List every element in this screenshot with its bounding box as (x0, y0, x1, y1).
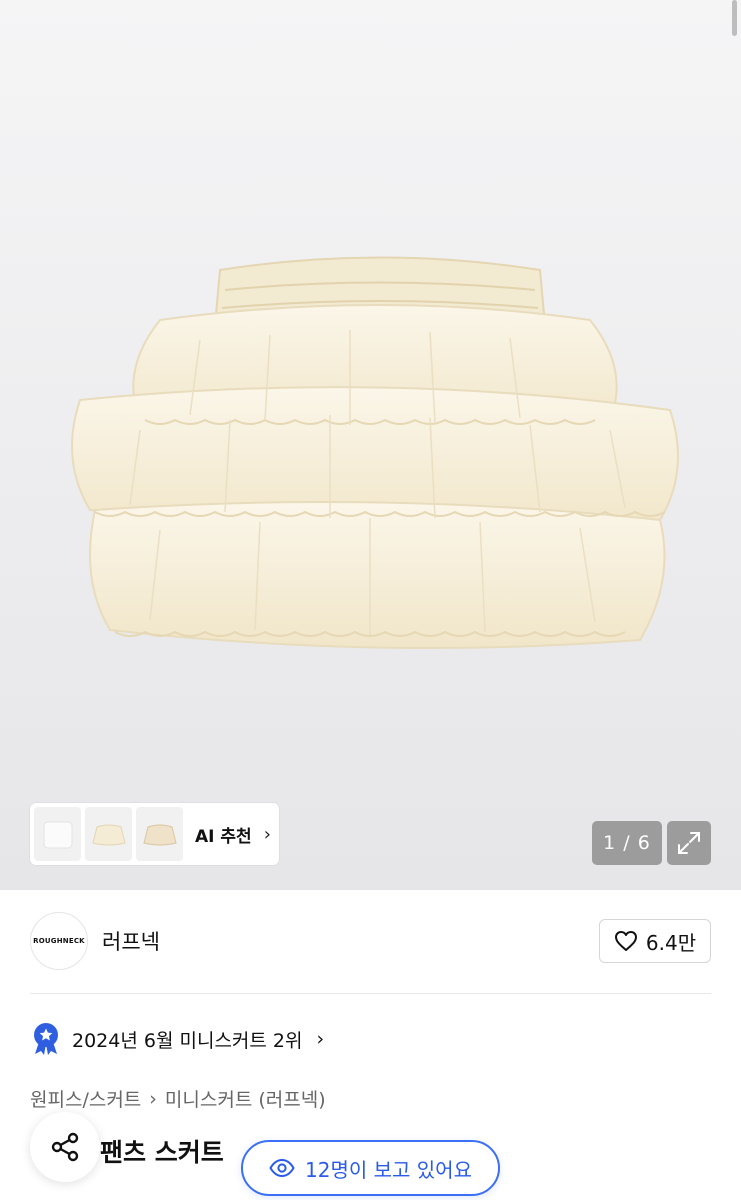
product-title: 팬츠 스커트 (100, 1138, 224, 1167)
breadcrumb-subcategory[interactable]: 미니스커트 (러프넥) (165, 1085, 326, 1112)
ranking-row[interactable]: 2024년 6월 미니스커트 2위 › (30, 1022, 324, 1056)
image-counter: 1 / 6 (592, 821, 662, 865)
viewers-text: 12명이 보고 있어요 (305, 1157, 472, 1182)
heart-icon (614, 931, 637, 951)
ai-recommend-strip[interactable]: AI 추천 › (30, 803, 279, 865)
ranking-text[interactable]: 2024년 6월 미니스커트 2위 (72, 1026, 303, 1053)
scroll-indicator[interactable] (732, 0, 737, 36)
share-button[interactable] (30, 1112, 100, 1182)
share-icon (51, 1132, 79, 1162)
expand-image-button[interactable] (667, 821, 711, 865)
breadcrumb: 원피스/스커트 › 미니스커트 (러프넥) (30, 1085, 326, 1112)
chevron-right-icon: › (149, 1087, 157, 1110)
expand-icon (678, 832, 700, 854)
brand-logo[interactable]: ROUGHNECK (30, 912, 88, 970)
thumbnail-1[interactable] (34, 807, 81, 861)
ai-recommend-label[interactable]: AI 추천 (195, 822, 252, 847)
brand-name[interactable]: 러프넥 (102, 926, 160, 956)
chevron-right-icon: › (316, 1028, 325, 1050)
like-count: 6.4만 (645, 930, 697, 955)
brand-logo-text: ROUGHNECK (33, 937, 85, 945)
viewers-count-pill[interactable]: 12명이 보고 있어요 (241, 1140, 500, 1196)
product-image-gallery[interactable]: AI 추천 › 1 / 6 (0, 0, 741, 890)
thumbnail-2[interactable] (85, 807, 132, 861)
like-button[interactable]: 6.4만 (599, 919, 711, 963)
brand-row: ROUGHNECK 러프넥 6.4만 (30, 910, 711, 972)
breadcrumb-category[interactable]: 원피스/스커트 (30, 1085, 141, 1112)
eye-icon (269, 1158, 295, 1178)
chevron-right-icon: › (263, 823, 271, 845)
thumbnail-3[interactable] (136, 807, 183, 861)
ranking-badge-icon (34, 1023, 58, 1055)
divider (30, 993, 711, 994)
product-image-ruffle-skirt (71, 256, 679, 649)
